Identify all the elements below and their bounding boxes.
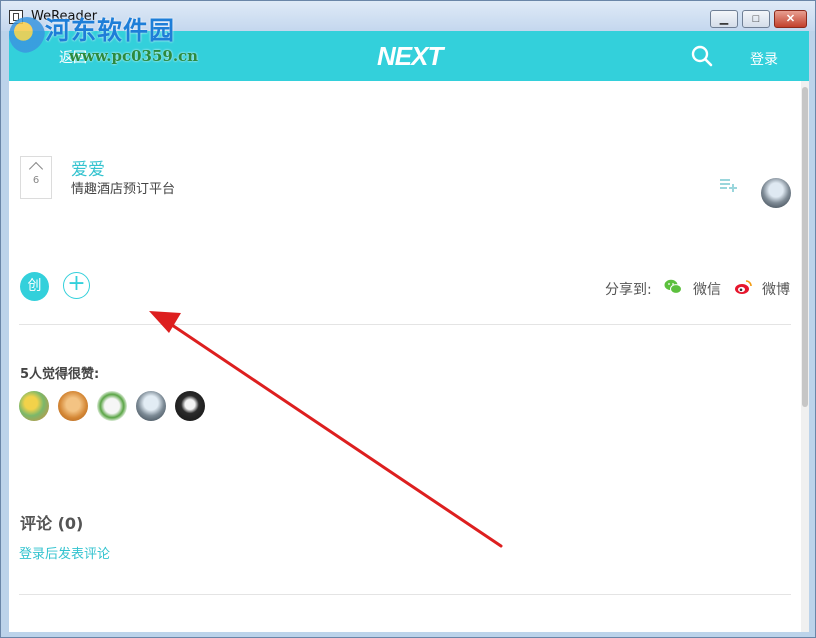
weibo-icon[interactable]: [734, 279, 752, 295]
liker-avatar[interactable]: [19, 391, 49, 421]
create-badge[interactable]: 创: [20, 272, 49, 301]
share-label: 分享到:: [605, 282, 652, 298]
login-link[interactable]: 登录: [750, 49, 778, 69]
maker-avatar[interactable]: [761, 178, 791, 208]
scrollbar[interactable]: [801, 81, 809, 632]
scrollbar-thumb[interactable]: [802, 87, 808, 407]
add-button[interactable]: +: [63, 272, 90, 299]
minimize-button[interactable]: ▁: [710, 10, 738, 28]
product-name[interactable]: 爱爱: [71, 155, 105, 180]
back-button[interactable]: 返回: [59, 47, 87, 67]
likes-heading: 5人觉得很赞:: [20, 367, 100, 382]
chevron-up-icon: [28, 161, 44, 177]
client-area: 返回 NEXT 登录 6 爱爱 情趣酒店预订平台 创 + 分享到: 微信 微博 …: [9, 31, 809, 632]
search-icon[interactable]: [691, 45, 713, 67]
add-to-list-icon[interactable]: [719, 177, 737, 193]
liker-avatar[interactable]: [136, 391, 166, 421]
upvote-count: 6: [32, 175, 40, 186]
wechat-share-link[interactable]: 微信: [693, 279, 721, 299]
wechat-icon[interactable]: [664, 279, 682, 295]
comment-login-link[interactable]: 登录后发表评论: [19, 543, 110, 562]
close-button[interactable]: ✕: [774, 10, 807, 28]
red-arrow-annotation: [149, 311, 503, 548]
maximize-button[interactable]: □: [742, 10, 770, 28]
comments-heading: 评论 (0): [20, 514, 84, 533]
product-tagline: 情趣酒店预订平台: [71, 182, 176, 197]
brand-logo: NEXT: [377, 41, 443, 71]
liker-avatar[interactable]: [97, 391, 127, 421]
divider: [19, 594, 791, 595]
liker-avatar[interactable]: [58, 391, 88, 421]
upvote-button[interactable]: 6: [20, 156, 52, 199]
weibo-share-link[interactable]: 微博: [762, 279, 790, 299]
app-window: WeReader ▁ □ ✕ 返回 NEXT 登录 6 爱爱 情趣酒店预订平台: [0, 0, 816, 638]
window-title: WeReader: [31, 9, 98, 24]
app-header: 返回 NEXT 登录: [9, 31, 809, 81]
liker-avatar[interactable]: [175, 391, 205, 421]
title-bar[interactable]: WeReader ▁ □ ✕: [1, 1, 815, 31]
divider: [19, 324, 791, 325]
app-icon: [9, 10, 23, 24]
